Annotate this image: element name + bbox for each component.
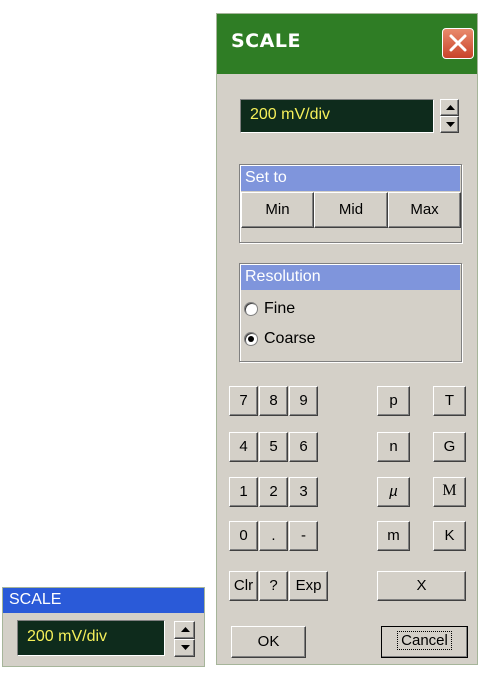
set-to-header: Set to xyxy=(241,166,460,191)
spin-down-button[interactable] xyxy=(440,116,459,133)
scale-dialog: SCALE 200 mV/div Set to Min Mid Max Reso… xyxy=(216,13,478,665)
ok-button[interactable]: OK xyxy=(231,626,306,658)
key-9[interactable]: 9 xyxy=(289,386,318,416)
mini-spin-down-button[interactable] xyxy=(174,639,195,657)
spin-up-button[interactable] xyxy=(440,99,459,116)
key-4[interactable]: 4 xyxy=(229,432,258,462)
arrow-up-icon xyxy=(446,105,455,110)
mini-title[interactable]: SCALE xyxy=(3,588,204,613)
key-5[interactable]: 5 xyxy=(259,432,288,462)
key-2[interactable]: 2 xyxy=(259,477,288,507)
resolution-group: Resolution Fine Coarse xyxy=(239,263,462,362)
resolution-header: Resolution xyxy=(241,265,460,290)
key-6[interactable]: 6 xyxy=(289,432,318,462)
key-micro[interactable]: µ xyxy=(377,477,410,507)
key-7[interactable]: 7 xyxy=(229,386,258,416)
arrow-down-icon xyxy=(446,122,455,127)
cancel-label: Cancel xyxy=(397,631,452,650)
arrow-down-icon xyxy=(181,645,190,650)
scale-spinner xyxy=(440,99,459,133)
key-mega[interactable]: M xyxy=(433,477,466,507)
close-icon xyxy=(449,34,467,52)
key-tera[interactable]: T xyxy=(433,386,466,416)
fine-radio-button[interactable] xyxy=(244,302,258,316)
dialog-title: SCALE xyxy=(231,30,301,52)
key-8[interactable]: 8 xyxy=(259,386,288,416)
multiply-button[interactable]: X xyxy=(377,571,466,601)
key-milli[interactable]: m xyxy=(377,521,410,551)
arrow-up-icon xyxy=(181,627,190,632)
exponent-button[interactable]: Exp xyxy=(289,571,328,601)
min-button[interactable]: Min xyxy=(241,192,314,228)
scale-value-field[interactable]: 200 mV/div xyxy=(240,99,434,133)
mini-spin-up-button[interactable] xyxy=(174,621,195,639)
key-giga[interactable]: G xyxy=(433,432,466,462)
key-kilo[interactable]: K xyxy=(433,521,466,551)
cancel-button[interactable]: Cancel xyxy=(381,626,468,658)
coarse-radio-button[interactable] xyxy=(244,332,258,346)
key-3[interactable]: 3 xyxy=(289,477,318,507)
set-to-group: Set to Min Mid Max xyxy=(239,164,462,243)
key-0[interactable]: 0 xyxy=(229,521,258,551)
key-1[interactable]: 1 xyxy=(229,477,258,507)
key-nano[interactable]: n xyxy=(377,432,410,462)
fine-label: Fine xyxy=(264,300,296,317)
clear-button[interactable]: Clr xyxy=(229,571,258,601)
key-minus[interactable]: - xyxy=(289,521,318,551)
max-button[interactable]: Max xyxy=(388,192,461,228)
help-button[interactable]: ? xyxy=(259,571,288,601)
close-button[interactable] xyxy=(442,28,474,59)
title-bar[interactable]: SCALE xyxy=(217,14,477,74)
mini-spinner xyxy=(174,621,195,657)
coarse-label: Coarse xyxy=(264,330,316,347)
key-pico[interactable]: p xyxy=(377,386,410,416)
scale-mini-panel: SCALE 200 mV/div xyxy=(2,587,205,667)
mini-value-field[interactable]: 200 mV/div xyxy=(17,620,165,656)
mid-button[interactable]: Mid xyxy=(314,192,388,228)
key-decimal[interactable]: . xyxy=(259,521,288,551)
